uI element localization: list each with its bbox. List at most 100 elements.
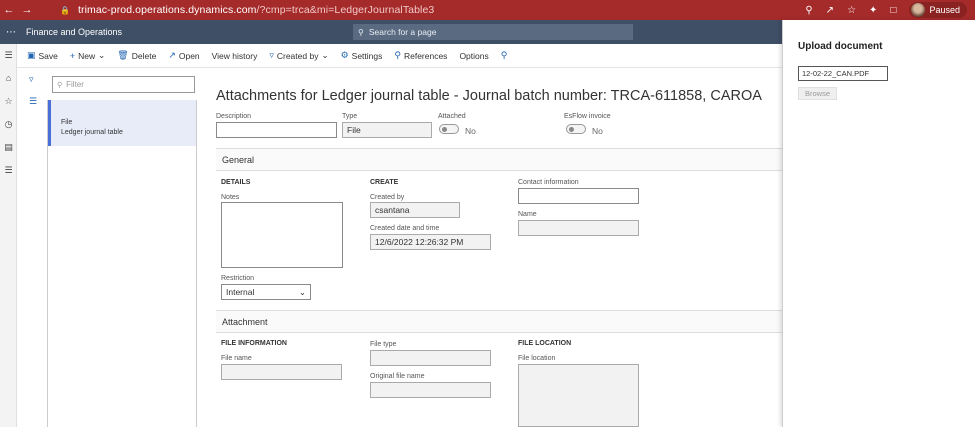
lock-icon[interactable]: 🔒	[60, 6, 70, 15]
settings-button[interactable]: ⚙ Settings	[341, 50, 383, 61]
modules-icon[interactable]: ☰	[0, 159, 17, 182]
open-icon: ↗	[168, 50, 176, 60]
notes-textarea[interactable]	[221, 202, 343, 268]
delete-button[interactable]: 🗑 Delete	[117, 50, 156, 61]
filter-input[interactable]: ⚲ Filter	[52, 76, 195, 93]
list-item[interactable]: File Ledger journal table	[48, 100, 196, 146]
browse-button[interactable]: Browse	[798, 87, 837, 100]
recent-icon[interactable]: ◷	[0, 113, 17, 136]
contact-information-input[interactable]	[518, 188, 639, 204]
name-label: Name	[518, 211, 537, 218]
app-title: Finance and Operations	[26, 27, 123, 37]
view-history-button[interactable]: View history	[212, 51, 258, 61]
file-name-label: File name	[221, 355, 252, 362]
list-view-icon[interactable]: ☰	[29, 96, 37, 107]
esflow-invoice-toggle[interactable]	[566, 124, 586, 134]
file-information-group-title: FILE INFORMATION	[221, 340, 287, 347]
original-file-name-field[interactable]	[370, 382, 491, 398]
details-group-title: DETAILS	[221, 179, 251, 186]
list-item-type: File	[61, 119, 73, 126]
favorites-icon[interactable]: ☆	[0, 90, 17, 113]
home-icon[interactable]: ⌂	[0, 67, 17, 90]
type-label: Type	[342, 113, 358, 120]
workspaces-icon[interactable]: ▤	[0, 136, 17, 159]
search-icon: ⚲	[57, 81, 63, 89]
details-pane: Attachments for Ledger journal table - J…	[202, 68, 782, 427]
address-bar[interactable]: trimac-prod.operations.dynamics.com/?cmp…	[78, 4, 434, 16]
file-location-field[interactable]	[518, 364, 639, 427]
created-by-filter-button[interactable]: ▿ Created by ⌄	[269, 50, 328, 61]
create-group-title: CREATE	[370, 179, 399, 186]
file-location-label: File location	[518, 355, 556, 362]
attachment-section-title: Attachment	[222, 316, 268, 327]
esflow-invoice-label: EsFlow invoice	[564, 113, 611, 120]
upload-file-input[interactable]: 12-02-22_CAN.PDF	[798, 66, 888, 81]
browser-chrome: ← → 🔒 trimac-prod.operations.dynamics.co…	[0, 0, 975, 20]
original-file-name-label: Original file name	[370, 373, 425, 380]
profile-status: Paused	[929, 5, 960, 15]
open-button[interactable]: ↗ Open	[168, 50, 199, 61]
app-bar: ⋯ Finance and Operations ⚲ Search for a …	[0, 20, 782, 44]
name-field[interactable]	[518, 220, 639, 236]
action-search-button[interactable]: ⚲	[501, 50, 508, 61]
general-section-title: General	[222, 154, 255, 165]
description-label: Description	[216, 113, 252, 120]
profile-button[interactable]: Paused	[909, 2, 967, 18]
search-icon: ⚲	[500, 50, 508, 60]
url-host: trimac-prod.operations.dynamics.com	[77, 4, 257, 16]
file-type-label: File type	[370, 341, 397, 348]
save-button[interactable]: ▣ Save	[27, 50, 58, 61]
references-button[interactable]: ⚲ References	[394, 50, 447, 61]
hamburger-icon[interactable]: ☰	[0, 44, 17, 67]
back-arrow-icon[interactable]: ←	[0, 4, 18, 16]
zoom-icon[interactable]: ⚲	[805, 5, 812, 16]
type-field[interactable]: File	[342, 122, 432, 138]
options-button[interactable]: Options	[459, 51, 488, 61]
contact-information-label: Contact information	[518, 179, 579, 186]
page-search[interactable]: ⚲ Search for a page	[353, 24, 633, 40]
funnel-icon: ▿	[269, 50, 274, 60]
browser-actions: ⚲ ↗ ☆ ✦ □ Paused	[805, 0, 967, 20]
attached-label: Attached	[438, 113, 466, 120]
file-type-field[interactable]	[370, 350, 491, 366]
restriction-label: Restriction	[221, 275, 255, 282]
chevron-down-icon: ⌄	[98, 50, 106, 60]
created-datetime-field[interactable]: 12/6/2022 12:26:32 PM	[370, 234, 491, 250]
file-name-field[interactable]	[221, 364, 342, 380]
filter-placeholder: Filter	[66, 80, 84, 89]
star-icon[interactable]: ☆	[847, 5, 856, 16]
references-icon: ⚲	[394, 50, 401, 60]
created-by-field[interactable]: csantana	[370, 202, 460, 218]
restriction-value: Internal	[226, 287, 255, 297]
new-button[interactable]: + New ⌄	[70, 50, 105, 61]
filter-icon[interactable]: ▿	[29, 74, 34, 85]
save-icon: ▣	[27, 50, 36, 60]
restriction-select[interactable]: Internal ⌄	[221, 284, 311, 300]
created-datetime-label: Created date and time	[370, 225, 440, 232]
share-icon[interactable]: ↗	[826, 5, 834, 16]
avatar	[911, 3, 926, 17]
list-pane: ▿ ☰ ⚲ Filter File Ledger journal table	[17, 68, 202, 427]
upload-document-panel: Upload document 12-02-22_CAN.PDF Browse	[782, 20, 975, 427]
extensions-icon[interactable]: ✦	[869, 5, 877, 16]
notes-label: Notes	[221, 194, 240, 201]
search-placeholder: Search for a page	[368, 27, 437, 37]
nav-rail: ☰ ⌂ ☆ ◷ ▤ ☰	[0, 44, 17, 427]
file-location-group-title: FILE LOCATION	[518, 340, 572, 347]
plus-icon: +	[69, 50, 76, 61]
page-title: Attachments for Ledger journal table - J…	[216, 88, 762, 104]
created-by-label: Created by	[370, 194, 405, 201]
attachment-section-header[interactable]: Attachment	[216, 310, 782, 333]
chevron-down-icon: ⌄	[298, 286, 306, 297]
description-input[interactable]	[216, 122, 337, 138]
attachment-list: File Ledger journal table	[47, 100, 197, 427]
chevron-down-icon: ⌄	[321, 50, 329, 60]
general-section-header[interactable]: General	[216, 148, 782, 171]
app-launcher-icon[interactable]: ⋯	[0, 27, 22, 38]
url-path: /?cmp=trca&mi=LedgerJournalTable3	[256, 4, 435, 16]
upload-panel-title: Upload document	[798, 41, 883, 52]
forward-arrow-icon[interactable]: →	[18, 4, 36, 16]
sidebar-icon[interactable]: □	[890, 5, 896, 16]
attached-toggle[interactable]	[439, 124, 459, 134]
esflow-invoice-value: No	[592, 126, 603, 136]
